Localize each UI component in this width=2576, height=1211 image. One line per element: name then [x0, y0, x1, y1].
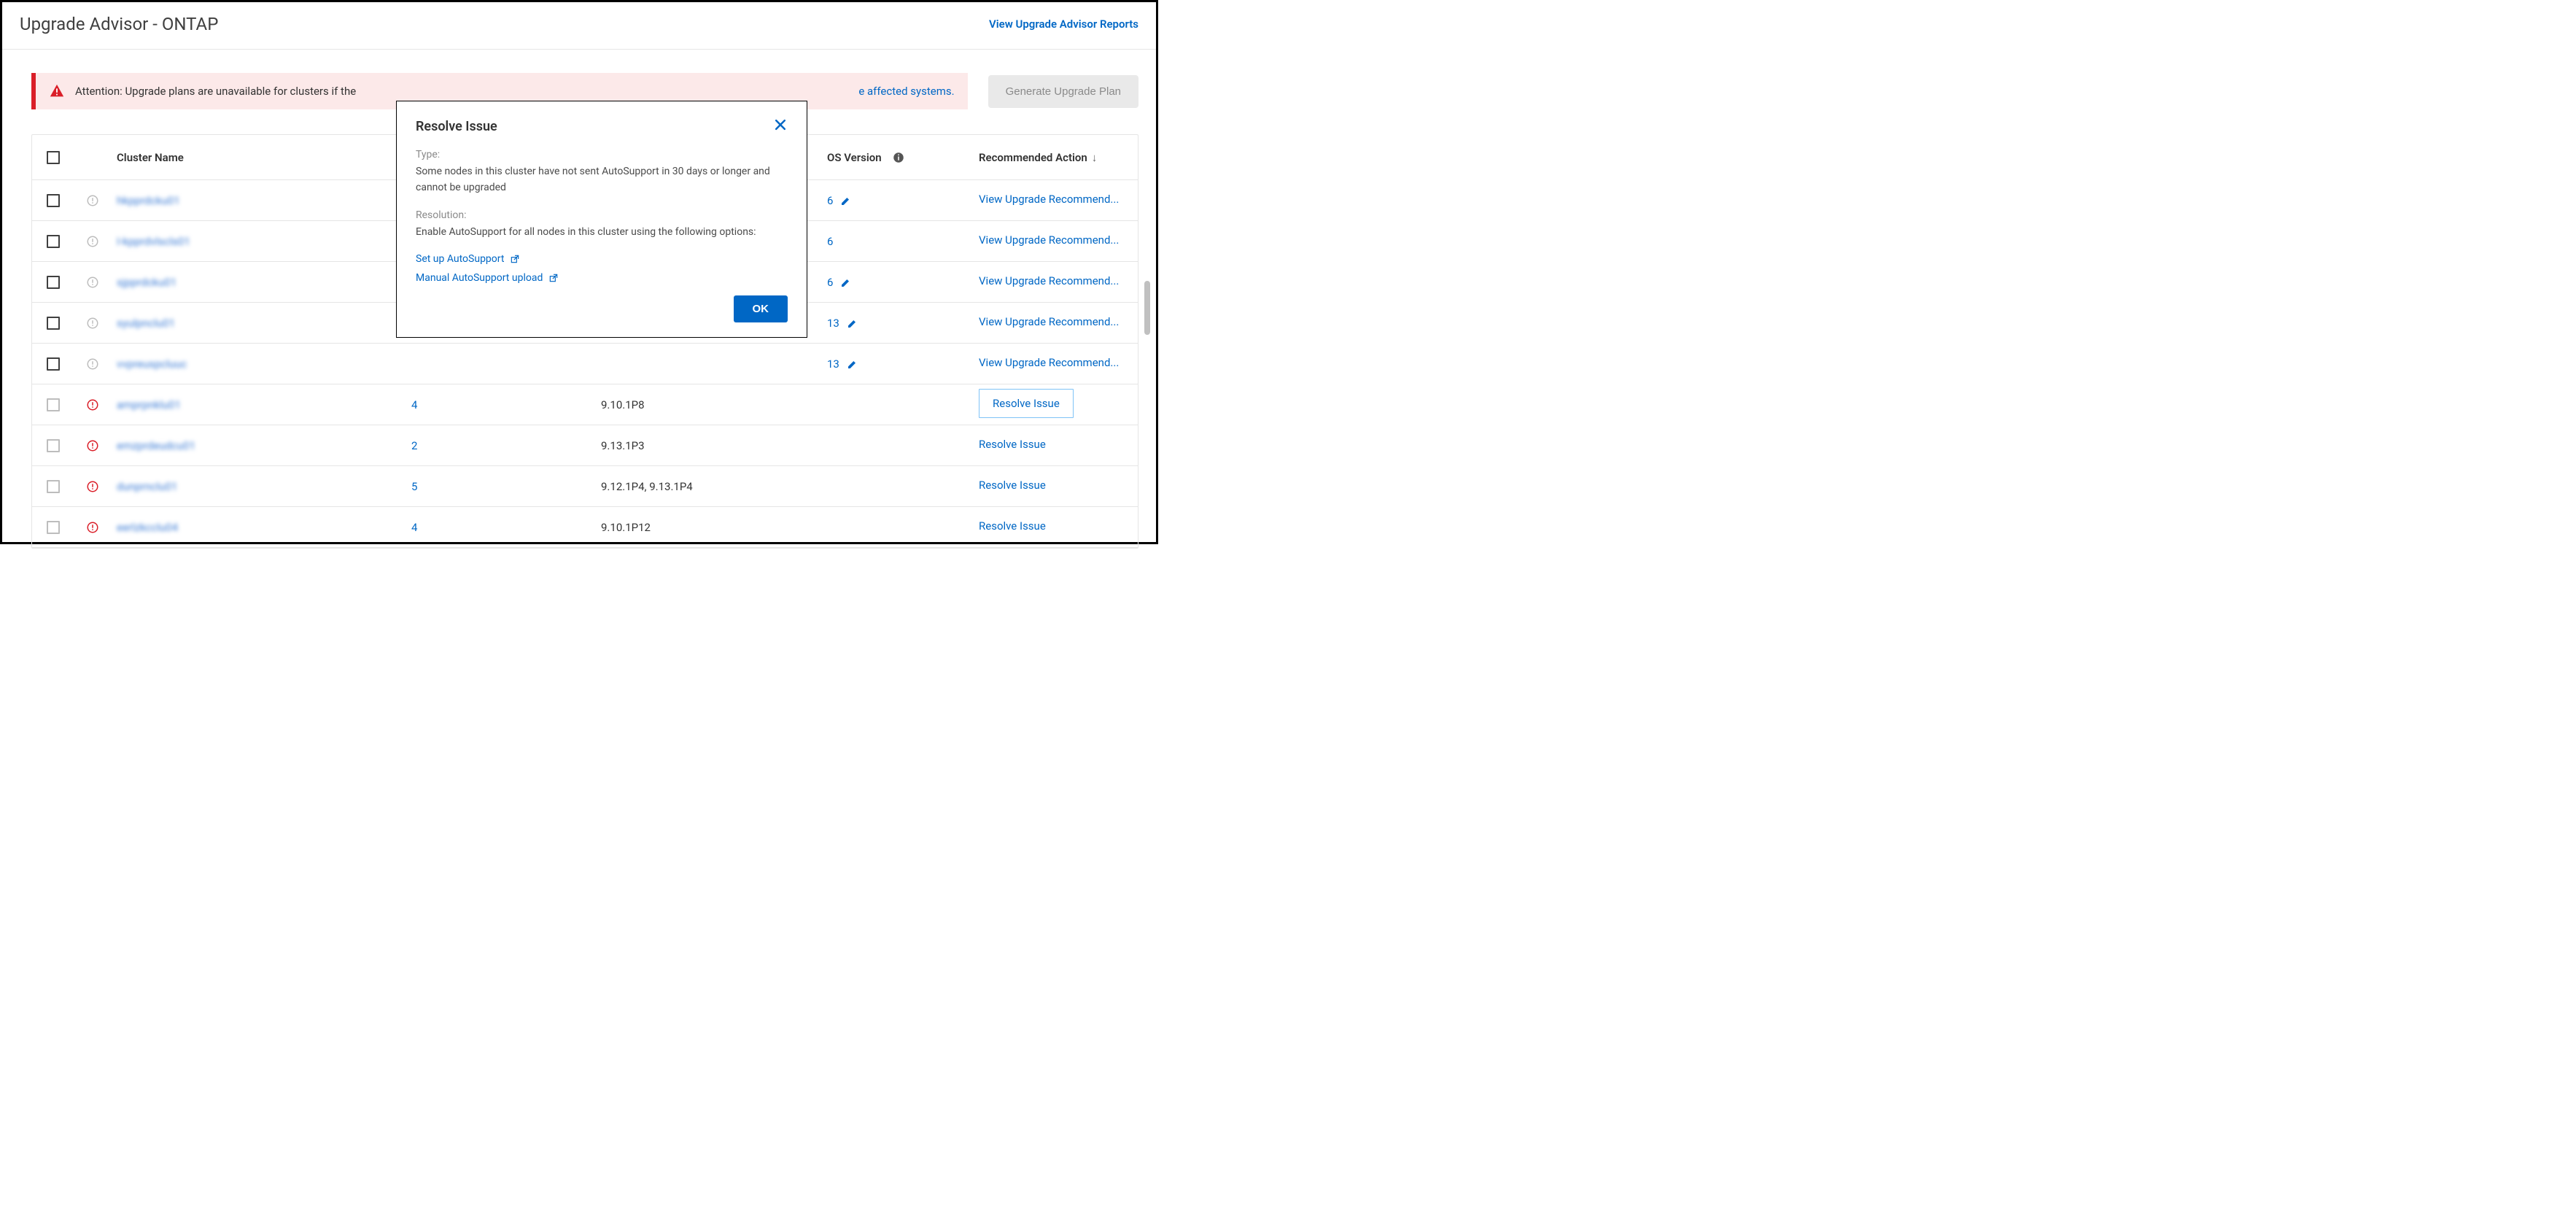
- external-link-icon: [510, 254, 520, 264]
- cluster-name[interactable]: dunprnclu01: [117, 480, 177, 493]
- table-row: amprpnklu01 4 9.10.1P8 Resolve Issue: [32, 384, 1138, 425]
- manual-autosupport-upload-link[interactable]: Manual AutoSupport upload: [416, 272, 788, 284]
- view-upgrade-recommendation-link[interactable]: View Upgrade Recommend...: [979, 193, 1119, 206]
- setup-autosupport-link[interactable]: Set up AutoSupport: [416, 253, 788, 265]
- target-os-version: 6: [827, 235, 833, 248]
- resolve-issue-dialog: Resolve Issue Type: Some nodes in this c…: [396, 101, 807, 338]
- external-link-icon: [548, 273, 559, 283]
- row-checkbox[interactable]: [47, 276, 60, 289]
- cluster-name[interactable]: I-kpprdvlscls01: [117, 235, 190, 248]
- col-header-cluster[interactable]: Cluster Name: [111, 151, 411, 164]
- dialog-title: Resolve Issue: [416, 119, 497, 134]
- page-title: Upgrade Advisor - ONTAP: [20, 14, 218, 34]
- table-row: emzprdeudcu01 2 9.13.1P3 Resolve Issue: [32, 425, 1138, 466]
- attention-text: Attention: Upgrade plans are unavailable…: [75, 85, 356, 98]
- current-os-version: 9.12.1P4, 9.13.1P4: [601, 480, 693, 493]
- edit-pencil-icon[interactable]: [840, 276, 852, 288]
- target-os-version: 6: [827, 194, 833, 207]
- nodes-count-link[interactable]: 2: [411, 439, 417, 452]
- nodes-count-link[interactable]: 4: [411, 521, 417, 534]
- target-os-version: 13: [827, 317, 839, 330]
- warning-triangle-icon: [49, 83, 65, 99]
- info-icon[interactable]: [892, 151, 905, 164]
- resolution-label: Resolution:: [416, 209, 788, 221]
- view-upgrade-recommendation-link[interactable]: View Upgrade Recommend...: [979, 356, 1119, 369]
- affected-systems-link[interactable]: e affected systems.: [858, 85, 954, 98]
- cluster-name[interactable]: syulpnclu01: [117, 317, 175, 330]
- row-checkbox: [47, 439, 60, 452]
- row-checkbox[interactable]: [47, 357, 60, 371]
- current-os-version: 9.10.1P8: [601, 398, 645, 411]
- view-reports-link[interactable]: View Upgrade Advisor Reports: [989, 18, 1138, 31]
- sort-desc-icon: ↓: [1092, 151, 1098, 164]
- cluster-name[interactable]: amprpnklu01: [117, 398, 181, 411]
- row-checkbox[interactable]: [47, 317, 60, 330]
- scrollbar-thumb[interactable]: [1144, 281, 1150, 335]
- row-checkbox: [47, 398, 60, 411]
- row-checkbox[interactable]: [47, 194, 60, 207]
- nodes-count-link[interactable]: 5: [411, 480, 417, 493]
- ok-button[interactable]: OK: [734, 295, 788, 322]
- view-upgrade-recommendation-link[interactable]: View Upgrade Recommend...: [979, 315, 1119, 328]
- generate-upgrade-plan-button[interactable]: Generate Upgrade Plan: [988, 75, 1138, 108]
- current-os-version: 9.10.1P12: [601, 521, 651, 534]
- edit-pencil-icon[interactable]: [840, 195, 852, 206]
- edit-pencil-icon[interactable]: [847, 358, 858, 370]
- alert-red-icon: [86, 521, 99, 534]
- type-text: Some nodes in this cluster have not sent…: [416, 163, 788, 196]
- col-header-target-os[interactable]: OS Version: [827, 151, 979, 164]
- alert-red-icon: [86, 398, 99, 411]
- resolve-issue-link[interactable]: Resolve Issue: [979, 438, 1046, 451]
- cluster-name[interactable]: eerlzkcclu04: [117, 521, 178, 534]
- close-button[interactable]: [773, 117, 788, 136]
- row-checkbox: [47, 480, 60, 493]
- target-os-version: 6: [827, 276, 833, 289]
- type-label: Type:: [416, 149, 788, 160]
- view-upgrade-recommendation-link[interactable]: View Upgrade Recommend...: [979, 274, 1119, 287]
- row-checkbox: [47, 521, 60, 534]
- cluster-name[interactable]: sjpprdcku01: [117, 276, 176, 289]
- alert-gray-icon: [86, 276, 99, 289]
- target-os-version: 13: [827, 357, 839, 371]
- select-all-checkbox[interactable]: [47, 151, 60, 164]
- resolve-issue-link[interactable]: Resolve Issue: [979, 389, 1074, 418]
- col-header-recommended-action[interactable]: Recommended Action↓: [979, 151, 1138, 164]
- table-row: vvpreuspcluuc 13 View Upgrade Recommend...: [32, 344, 1138, 384]
- resolve-issue-link[interactable]: Resolve Issue: [979, 519, 1046, 533]
- cluster-name[interactable]: vvpreuspcluuc: [117, 357, 187, 371]
- edit-pencil-icon[interactable]: [847, 317, 858, 329]
- cluster-name[interactable]: hkpprdcku01: [117, 194, 180, 207]
- alert-gray-icon: [86, 194, 99, 207]
- table-row: eerlzkcclu04 4 9.10.1P12 Resolve Issue: [32, 507, 1138, 548]
- cluster-name[interactable]: emzprdeudcu01: [117, 439, 195, 452]
- row-checkbox[interactable]: [47, 235, 60, 248]
- alert-red-icon: [86, 480, 99, 493]
- alert-gray-icon: [86, 357, 99, 371]
- alert-gray-icon: [86, 235, 99, 248]
- resolve-issue-link[interactable]: Resolve Issue: [979, 479, 1046, 492]
- alert-gray-icon: [86, 317, 99, 330]
- view-upgrade-recommendation-link[interactable]: View Upgrade Recommend...: [979, 233, 1119, 247]
- resolution-text: Enable AutoSupport for all nodes in this…: [416, 224, 788, 240]
- table-row: dunprnclu01 5 9.12.1P4, 9.13.1P4 Resolve Is…: [32, 466, 1138, 507]
- current-os-version: 9.13.1P3: [601, 439, 645, 452]
- nodes-count-link[interactable]: 4: [411, 398, 417, 411]
- alert-red-icon: [86, 439, 99, 452]
